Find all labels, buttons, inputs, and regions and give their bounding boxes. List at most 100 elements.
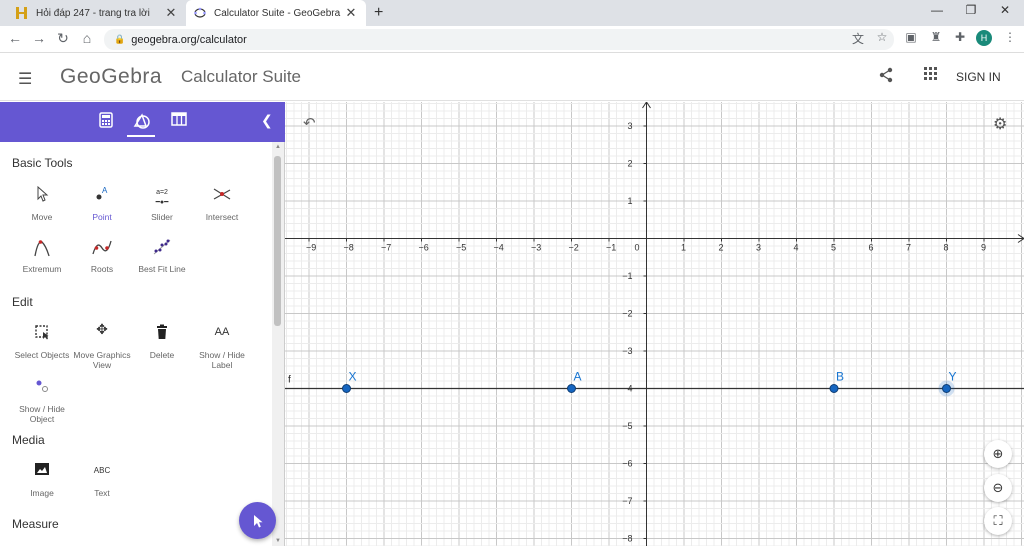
geogebra-logo[interactable]: GeoGebra xyxy=(60,65,162,89)
tool-label: Slider xyxy=(151,212,173,222)
select-objects-icon xyxy=(12,324,72,346)
fullscreen-button[interactable]: ⛶ xyxy=(984,507,1012,535)
algebra-calculator-icon[interactable] xyxy=(96,112,116,132)
tool-delete[interactable]: Delete xyxy=(132,324,192,360)
point-x xyxy=(342,384,351,393)
profile-avatar[interactable]: H xyxy=(976,30,992,46)
x-tick-label: 0 xyxy=(635,243,640,253)
x-tick-label: 8 xyxy=(944,243,949,253)
translate-icon[interactable]: 文 xyxy=(850,30,866,46)
tool-intersect[interactable]: Intersect xyxy=(192,186,252,222)
tool-label: Image xyxy=(30,488,54,498)
tool-label: Show / Hide Object xyxy=(19,404,65,424)
tool-label: Move xyxy=(31,212,53,222)
section-title-measure: Measure xyxy=(12,517,59,531)
tools-geometry-icon[interactable] xyxy=(127,112,155,137)
address-bar: ← → ↻ ⌂ 🔒 geogebra.org/calculator xyxy=(0,26,1024,53)
x-tick-label: −9 xyxy=(306,243,316,253)
forward-icon[interactable]: → xyxy=(30,30,48,46)
tool-slider[interactable]: a=2 ━●━ Slider xyxy=(132,186,192,222)
tool-text[interactable]: ABC Text xyxy=(72,462,132,498)
tool-point[interactable]: A Point xyxy=(72,186,132,222)
selection-tool-button[interactable] xyxy=(239,502,276,539)
move-graphics-icon: ✥ xyxy=(96,321,108,337)
x-tick-label: −6 xyxy=(419,243,429,253)
sidebar-tab-bar: ❮ xyxy=(0,102,285,142)
x-tick-label: −5 xyxy=(456,243,466,253)
fullscreen-icon: ⛶ xyxy=(993,513,1003,528)
y-tick-label: −1 xyxy=(622,271,632,281)
coordinate-grid[interactable]: −9 −8 −7 −6 −5 −4 −3 −2 −1 0 1 2 3 4 5 6 7 8 9321−1−2−3−4−… xyxy=(285,102,1024,546)
tool-label: Roots xyxy=(90,264,114,274)
sidebar-scrollbar[interactable]: ▲ ▼ xyxy=(272,142,284,546)
section-title-media: Media xyxy=(12,433,45,447)
close-icon[interactable]: ✕ xyxy=(164,5,178,21)
line-f-label: f xyxy=(288,375,291,386)
close-icon[interactable]: ✕ xyxy=(344,5,358,21)
tool-show-hide-object[interactable]: Show / Hide Object xyxy=(12,378,72,424)
extension-hat-icon[interactable]: ♜ xyxy=(928,30,944,46)
app-header: ☰ GeoGebra Calculator Suite SIGN IN xyxy=(0,53,1024,101)
tool-move-graphics-view[interactable]: ✥ Move Graphics View xyxy=(72,321,132,370)
window-close-icon[interactable]: ✕ xyxy=(990,3,1020,17)
scroll-down-icon[interactable]: ▼ xyxy=(275,538,281,544)
label-icon: AA xyxy=(214,326,230,338)
x-tick-label: 9 xyxy=(981,243,986,253)
scroll-up-icon[interactable]: ▲ xyxy=(275,144,281,150)
bookmark-star-icon[interactable]: ☆ xyxy=(874,30,890,46)
collapse-sidebar-icon[interactable]: ❮ xyxy=(261,112,273,129)
zoom-in-icon: ⊕ xyxy=(992,446,1004,461)
extensions-puzzle-icon[interactable]: ✚ xyxy=(952,30,968,46)
table-icon[interactable] xyxy=(169,112,189,132)
settings-gear-icon[interactable]: ⚙ xyxy=(993,114,1007,134)
tool-image[interactable]: Image xyxy=(12,462,72,498)
reload-icon[interactable]: ↻ xyxy=(54,30,72,47)
browser-tab-geogebra[interactable]: Calculator Suite - GeoGebra ✕ xyxy=(186,0,366,26)
intersect-icon xyxy=(192,186,252,208)
home-icon[interactable]: ⌂ xyxy=(78,30,96,46)
undo-icon[interactable]: ↶ xyxy=(303,114,316,132)
browser-menu-icon[interactable]: ⋮ xyxy=(1002,30,1018,46)
restore-icon[interactable]: ❐ xyxy=(956,3,986,17)
best-fit-line-icon xyxy=(132,238,192,260)
tool-select-objects[interactable]: Select Objects xyxy=(12,324,72,360)
share-icon[interactable] xyxy=(878,67,894,88)
menu-icon[interactable]: ☰ xyxy=(18,69,32,89)
point-b xyxy=(829,384,839,393)
graphics-view[interactable]: −9 −8 −7 −6 −5 −4 −3 −2 −1 0 1 2 3 4 5 6 7 8 9 3 2 1 −1 −2 −3 −4−… xyxy=(285,102,1024,546)
sign-in-button[interactable]: SIGN IN xyxy=(956,70,1001,84)
y-tick-label: −8 xyxy=(622,534,632,544)
apps-grid-icon[interactable] xyxy=(924,67,938,84)
roots-icon xyxy=(72,238,132,260)
tool-show-hide-label[interactable]: AA Show / Hide Label xyxy=(192,324,252,371)
tool-move[interactable]: Move xyxy=(12,185,72,222)
browser-tab-h247[interactable]: Hỏi đáp 247 - trang tra lời ✕ xyxy=(8,0,186,26)
y-tick-label: −2 xyxy=(622,309,632,319)
slider-icon-text: a=2 xyxy=(156,189,168,196)
tool-label: Select Objects xyxy=(14,350,70,360)
tool-roots[interactable]: Roots xyxy=(72,238,132,274)
slider-icon: a=2 ━●━ xyxy=(155,189,169,206)
section-title-basic-tools: Basic Tools xyxy=(12,156,73,170)
url-field[interactable]: 🔒 geogebra.org/calculator xyxy=(104,29,894,50)
tool-best-fit-line[interactable]: Best Fit Line xyxy=(132,238,192,274)
x-tick-label: −7 xyxy=(381,243,391,253)
extension-image-icon[interactable]: ▣ xyxy=(903,30,919,46)
x-tick-label: −3 xyxy=(531,243,541,253)
x-tick-label: 5 xyxy=(831,243,836,253)
h247-favicon-icon xyxy=(16,7,28,19)
tool-extremum[interactable]: Extremum xyxy=(12,238,72,274)
y-tick-label: 3 xyxy=(627,121,632,131)
y-tick-label: −6 xyxy=(622,459,632,469)
back-icon[interactable]: ← xyxy=(6,30,24,46)
tab-title: Calculator Suite - GeoGebra xyxy=(214,7,341,19)
scrollbar-thumb[interactable] xyxy=(274,156,281,326)
image-icon xyxy=(12,462,72,484)
x-tick-label: 6 xyxy=(869,243,874,253)
zoom-out-button[interactable]: ⊖ xyxy=(984,474,1012,502)
minimize-icon[interactable]: — xyxy=(922,3,952,17)
zoom-in-button[interactable]: ⊕ xyxy=(984,440,1012,468)
new-tab-button[interactable]: + xyxy=(374,4,383,22)
y-tick-label: 1 xyxy=(627,196,632,206)
x-tick-label: 2 xyxy=(719,243,724,253)
